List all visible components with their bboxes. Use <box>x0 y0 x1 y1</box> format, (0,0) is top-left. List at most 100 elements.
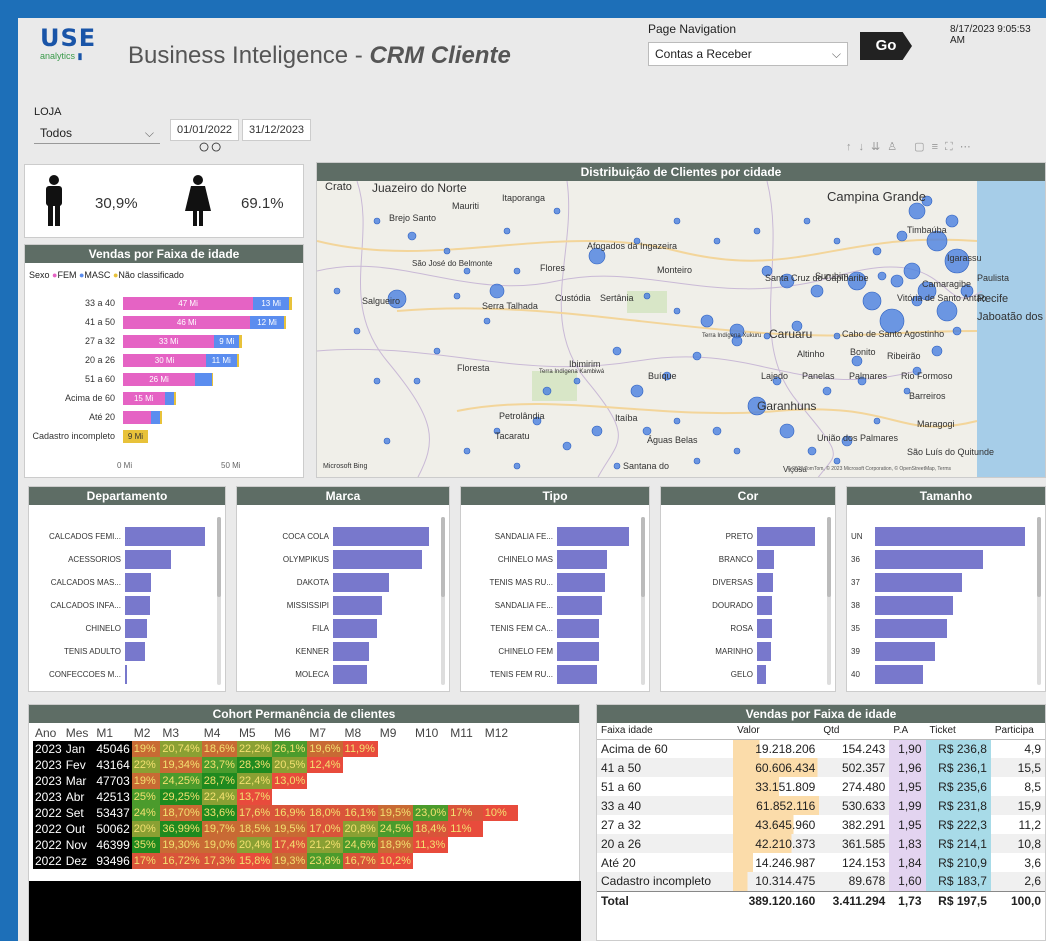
category-bar[interactable] <box>557 550 607 569</box>
category-bar[interactable] <box>125 665 127 684</box>
scrollbar-thumb[interactable] <box>217 517 221 597</box>
age-bar-nc[interactable] <box>283 316 287 329</box>
cohort-header-cell[interactable]: M2 <box>132 725 161 741</box>
category-bar[interactable] <box>333 619 378 638</box>
category-bar[interactable] <box>125 619 148 638</box>
cohort-header-cell[interactable]: M8 <box>343 725 378 741</box>
category-bar[interactable] <box>557 596 603 615</box>
category-bar[interactable] <box>557 642 599 661</box>
cohort-cell: 46399 <box>94 837 132 853</box>
age-bar-masc[interactable]: 9 Mi <box>214 335 240 348</box>
category-bar[interactable] <box>333 527 429 546</box>
cohort-pct-cell <box>412 853 449 869</box>
age-bar-nc[interactable]: 9 Mi <box>123 430 148 443</box>
scrollbar-thumb[interactable] <box>441 517 445 597</box>
category-bar[interactable] <box>875 596 953 615</box>
category-bar[interactable] <box>125 642 145 661</box>
sales-cell-ticket: R$ 214,1 <box>925 834 991 853</box>
cohort-header-cell[interactable]: M4 <box>202 725 237 741</box>
cohort-header-cell[interactable]: M1 <box>94 725 131 741</box>
cohort-header-cell[interactable]: M7 <box>307 725 342 741</box>
cohort-pct-cell: 12,4% <box>307 757 343 773</box>
cohort-pct-cell <box>377 741 413 757</box>
category-bar[interactable] <box>757 573 773 592</box>
category-bar[interactable] <box>757 642 771 661</box>
cohort-header-cell[interactable]: M10 <box>413 725 448 741</box>
category-bar[interactable] <box>333 642 369 661</box>
cohort-pct-cell: 23,0% <box>412 805 449 821</box>
age-bar-fem[interactable]: 15 Mi <box>123 392 165 405</box>
cohort-header-cell[interactable]: M12 <box>483 725 518 741</box>
cohort-pct-cell <box>342 789 378 805</box>
go-button[interactable]: Go <box>860 32 912 60</box>
age-bar-fem[interactable]: 46 Mi <box>123 316 251 329</box>
loja-dropdown[interactable]: Todos ⌵ <box>34 122 160 144</box>
cohort-header-cell[interactable]: M5 <box>237 725 272 741</box>
category-bar[interactable] <box>875 619 947 638</box>
category-label: 39 <box>851 647 860 656</box>
visual-toolbar[interactable]: ↑↓⇊♙ ▢≡⛶⋯ <box>846 140 978 154</box>
page-navigation-dropdown[interactable]: Contas a Receber ⌵ <box>648 42 848 66</box>
age-bar-masc[interactable] <box>164 392 175 405</box>
cohort-header-cell[interactable]: M3 <box>160 725 201 741</box>
age-bar-masc[interactable] <box>195 373 212 386</box>
date-slider-handles[interactable]: ○○ <box>198 136 222 159</box>
age-bar-fem[interactable]: 47 Mi <box>123 297 254 310</box>
sales-header-cell[interactable]: Qtd <box>819 723 889 739</box>
category-bar[interactable] <box>875 642 935 661</box>
category-bar[interactable] <box>757 596 773 615</box>
scrollbar-thumb[interactable] <box>827 517 831 597</box>
category-bar[interactable] <box>557 573 606 592</box>
scrollbar-thumb[interactable] <box>1037 517 1041 597</box>
sales-header-cell[interactable]: Ticket <box>926 723 991 739</box>
category-bar[interactable] <box>557 527 629 546</box>
scrollbar-thumb[interactable] <box>641 517 645 597</box>
age-bar-nc[interactable] <box>289 297 292 310</box>
category-bar[interactable] <box>557 619 600 638</box>
date-end[interactable]: 31/12/2023 <box>242 119 312 141</box>
cohort-header-cell[interactable]: Ano <box>33 725 64 741</box>
category-bar[interactable] <box>125 573 152 592</box>
cohort-header-cell[interactable]: Mes <box>64 725 95 741</box>
age-bar-nc[interactable] <box>211 373 213 386</box>
category-bar[interactable] <box>125 527 205 546</box>
age-bar-fem[interactable]: 33 Mi <box>123 335 215 348</box>
cohort-header-cell[interactable]: M11 <box>448 725 482 741</box>
category-bar[interactable] <box>333 573 389 592</box>
category-bar[interactable] <box>875 573 962 592</box>
sales-header-cell[interactable]: Participa <box>991 723 1045 739</box>
category-bar[interactable] <box>875 550 983 569</box>
age-bar-masc[interactable]: 13 Mi <box>253 297 290 310</box>
cohort-header-cell[interactable]: M6 <box>272 725 307 741</box>
age-bar-fem[interactable] <box>123 411 151 424</box>
category-bar[interactable] <box>757 665 766 684</box>
city-label: Custódia <box>555 293 591 303</box>
category-bar[interactable] <box>875 665 923 684</box>
age-bar-masc[interactable]: 11 Mi <box>206 354 237 367</box>
age-bar-nc[interactable] <box>239 335 243 348</box>
sales-header-cell[interactable]: P.A <box>889 723 925 739</box>
category-bar[interactable] <box>333 665 367 684</box>
age-bar-nc[interactable] <box>160 411 162 424</box>
age-bar-fem[interactable]: 26 Mi <box>123 373 195 386</box>
age-bar-masc[interactable]: 12 Mi <box>250 316 284 329</box>
age-bar-masc[interactable] <box>150 411 161 424</box>
cohort-pct-cell <box>377 773 413 789</box>
cohort-cell: Nov <box>63 837 95 853</box>
cohort-header-cell[interactable]: M9 <box>378 725 413 741</box>
age-bar-nc[interactable] <box>174 392 176 405</box>
age-bar-fem[interactable]: 30 Mi <box>123 354 207 367</box>
category-bar[interactable] <box>557 665 598 684</box>
category-bar[interactable] <box>125 550 171 569</box>
category-bar[interactable] <box>125 596 150 615</box>
sales-header-cell[interactable]: Valor <box>733 723 819 739</box>
sales-header-cell[interactable]: Faixa idade <box>597 723 733 739</box>
age-bar-nc[interactable] <box>236 354 240 367</box>
category-bar[interactable] <box>875 527 1025 546</box>
category-bar[interactable] <box>757 527 815 546</box>
category-bar[interactable] <box>333 550 423 569</box>
category-bar[interactable] <box>333 596 382 615</box>
category-bar[interactable] <box>757 550 774 569</box>
category-bar[interactable] <box>757 619 772 638</box>
city-map[interactable]: Distribuição de Clientes por cidade Crat… <box>316 162 1046 478</box>
